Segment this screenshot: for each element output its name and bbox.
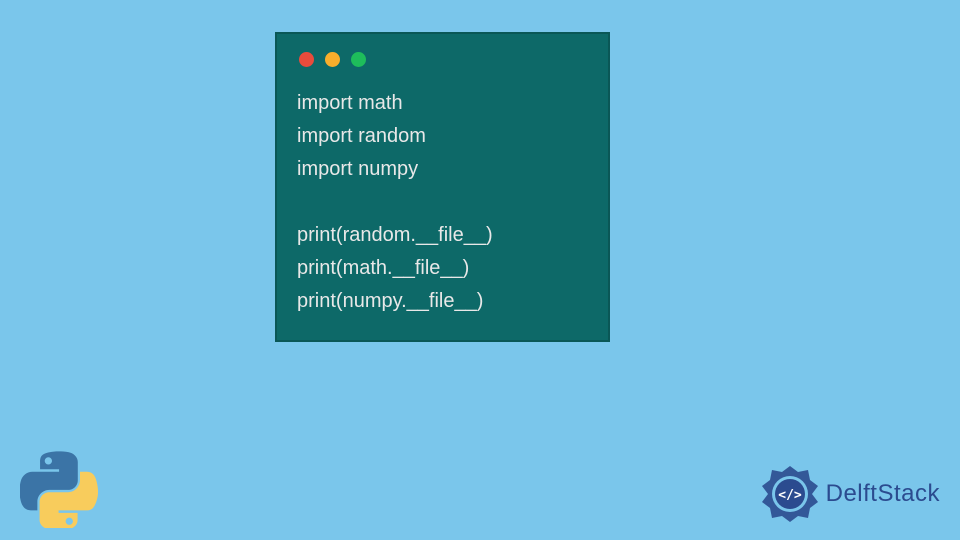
delftstack-badge-icon: </> bbox=[760, 464, 820, 524]
code-window: import math import random import numpy p… bbox=[275, 32, 610, 342]
delftstack-text: DelftStack bbox=[826, 480, 940, 508]
svg-text:</>: </> bbox=[778, 488, 802, 503]
minimize-dot-icon bbox=[325, 52, 340, 67]
close-dot-icon bbox=[299, 52, 314, 67]
maximize-dot-icon bbox=[351, 52, 366, 67]
python-logo-icon bbox=[20, 450, 98, 528]
window-controls bbox=[299, 52, 588, 67]
code-content: import math import random import numpy p… bbox=[297, 87, 588, 318]
delftstack-logo: </> DelftStack bbox=[760, 464, 940, 524]
